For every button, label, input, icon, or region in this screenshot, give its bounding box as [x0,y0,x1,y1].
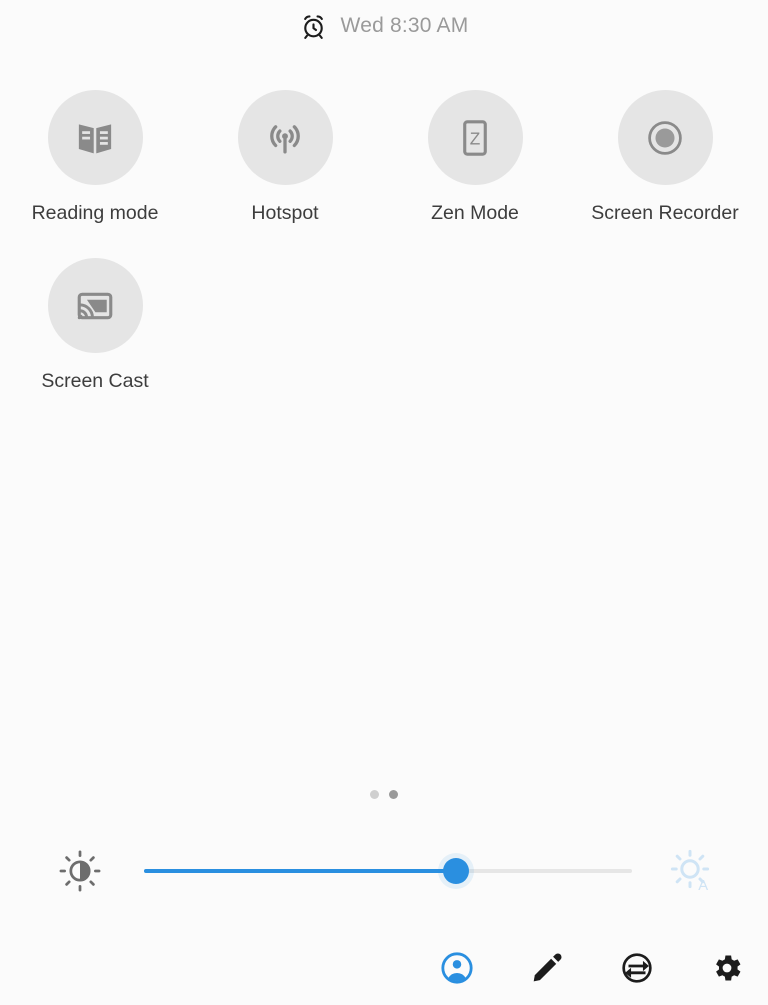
tile-screen-cast-label: Screen Cast [41,370,149,392]
tile-reading-mode-label: Reading mode [31,202,159,224]
screen-cast-icon [73,284,117,328]
alarm-clock-icon [300,13,327,40]
tile-screen-cast-circle[interactable] [47,258,143,353]
tile-hotspot-label: Hotspot [251,202,319,224]
brightness-row: A [0,842,768,900]
tile-screen-recorder-circle[interactable] [617,90,713,185]
user-account-button[interactable] [434,945,480,991]
settings-button[interactable] [704,945,750,991]
user-circle-icon [440,951,474,985]
brightness-slider-thumb[interactable] [443,858,470,884]
page-dot-1[interactable] [370,790,379,799]
page-dot-2[interactable] [389,790,398,799]
data-usage-button[interactable] [614,945,660,991]
tile-zen-mode-circle[interactable]: Z [427,90,523,185]
tile-reading-mode[interactable]: Reading mode [0,90,190,225]
tile-screen-recorder-label: Screen Recorder [591,202,739,224]
tile-zen-mode[interactable]: Z Zen Mode [380,90,570,225]
pencil-icon [530,951,564,985]
brightness-slider-fill [144,869,457,873]
brightness-slider[interactable] [144,856,632,886]
tile-hotspot[interactable]: Hotspot [190,90,380,225]
book-icon [73,116,117,160]
tile-screen-cast[interactable]: Screen Cast [0,258,190,393]
status-time-label: Wed 8:30 AM [340,14,469,37]
svg-text:A: A [698,878,708,894]
zen-mode-icon: Z [453,116,497,160]
tile-hotspot-circle[interactable] [237,90,333,185]
edit-tiles-button[interactable] [524,945,570,991]
gear-icon [710,951,744,985]
page-indicator [0,790,768,799]
tile-screen-recorder[interactable]: Screen Recorder [570,90,760,225]
brightness-auto-icon[interactable]: A [668,847,768,895]
screen-recorder-icon [643,116,687,160]
brightness-low-icon[interactable] [0,849,102,893]
tile-zen-mode-label: Zen Mode [431,202,519,224]
hotspot-icon [263,116,307,160]
data-usage-icon [620,951,654,985]
status-header: Wed 8:30 AM [0,0,768,52]
bottom-toolbar [434,945,750,991]
tile-reading-mode-circle[interactable] [47,90,143,185]
svg-text:Z: Z [470,128,481,148]
quick-settings-tile-grid: Reading mode Hotspot Z Zen Mode Screen R… [0,52,768,426]
